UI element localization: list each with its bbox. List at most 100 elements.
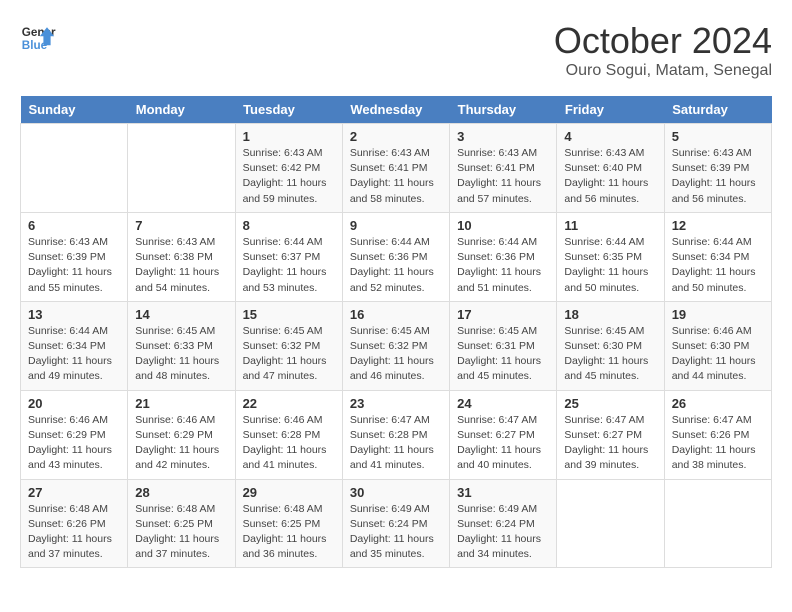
day-number: 17 <box>457 307 549 322</box>
day-number: 8 <box>243 218 335 233</box>
calendar-cell: 22 Sunrise: 6:46 AM Sunset: 6:28 PM Dayli… <box>235 390 342 479</box>
week-row-4: 20 Sunrise: 6:46 AM Sunset: 6:29 PM Dayli… <box>21 390 772 479</box>
day-number: 28 <box>135 485 227 500</box>
day-info: Sunrise: 6:44 AM Sunset: 6:34 PM Dayligh… <box>28 324 120 385</box>
day-number: 20 <box>28 396 120 411</box>
day-number: 6 <box>28 218 120 233</box>
calendar-cell: 14Sunrise: 6:45 AM Sunset: 6:33 PM Dayli… <box>128 301 235 390</box>
day-number: 2 <box>350 129 442 144</box>
week-row-5: 27Sunrise: 6:48 AM Sunset: 6:26 PM Dayli… <box>21 479 772 568</box>
day-number: 16 <box>350 307 442 322</box>
day-info: Sunrise: 6:46 AM Sunset: 6:29 PM Dayligh… <box>135 413 227 474</box>
calendar-cell: 8 Sunrise: 6:44 AM Sunset: 6:37 PM Daylig… <box>235 212 342 301</box>
day-number: 25 <box>564 396 656 411</box>
day-number: 9 <box>350 218 442 233</box>
calendar-cell <box>128 124 235 213</box>
calendar-cell: 2Sunrise: 6:43 AM Sunset: 6:41 PM Daylig… <box>342 124 449 213</box>
day-number: 21 <box>135 396 227 411</box>
page-header: General Blue October 2024 Ouro Sogui, Ma… <box>20 20 772 80</box>
day-info: Sunrise: 6:44 AM Sunset: 6:36 PM Dayligh… <box>457 235 549 296</box>
calendar-table: SundayMondayTuesdayWednesdayThursdayFrid… <box>20 96 772 568</box>
weekday-header-friday: Friday <box>557 96 664 124</box>
day-info: Sunrise: 6:46 AM Sunset: 6:29 PM Dayligh… <box>28 413 120 474</box>
day-number: 14 <box>135 307 227 322</box>
day-info: Sunrise: 6:48 AM Sunset: 6:26 PM Dayligh… <box>28 502 120 563</box>
day-number: 19 <box>672 307 764 322</box>
day-info: Sunrise: 6:44 AM Sunset: 6:35 PM Dayligh… <box>564 235 656 296</box>
calendar-cell <box>664 479 771 568</box>
day-info: Sunrise: 6:43 AM Sunset: 6:42 PM Dayligh… <box>243 146 335 207</box>
calendar-cell: 13 Sunrise: 6:44 AM Sunset: 6:34 PM Dayli… <box>21 301 128 390</box>
day-info: Sunrise: 6:44 AM Sunset: 6:37 PM Dayligh… <box>243 235 335 296</box>
week-row-2: 6 Sunrise: 6:43 AM Sunset: 6:39 PM Daylig… <box>21 212 772 301</box>
calendar-cell: 6 Sunrise: 6:43 AM Sunset: 6:39 PM Daylig… <box>21 212 128 301</box>
day-number: 5 <box>672 129 764 144</box>
day-number: 12 <box>672 218 764 233</box>
calendar-cell: 10 Sunrise: 6:44 AM Sunset: 6:36 PM Dayli… <box>450 212 557 301</box>
day-number: 1 <box>243 129 335 144</box>
day-number: 31 <box>457 485 549 500</box>
calendar-cell <box>21 124 128 213</box>
calendar-cell: 21 Sunrise: 6:46 AM Sunset: 6:29 PM Dayli… <box>128 390 235 479</box>
day-info: Sunrise: 6:45 AM Sunset: 6:32 PM Dayligh… <box>350 324 442 385</box>
day-info: Sunrise: 6:45 AM Sunset: 6:31 PM Dayligh… <box>457 324 549 385</box>
calendar-cell: 1 Sunrise: 6:43 AM Sunset: 6:42 PM Daylig… <box>235 124 342 213</box>
day-number: 13 <box>28 307 120 322</box>
day-info: Sunrise: 6:46 AM Sunset: 6:30 PM Dayligh… <box>672 324 764 385</box>
day-info: Sunrise: 6:47 AM Sunset: 6:26 PM Dayligh… <box>672 413 764 474</box>
day-info: Sunrise: 6:49 AM Sunset: 6:24 PM Dayligh… <box>457 502 549 563</box>
day-info: Sunrise: 6:47 AM Sunset: 6:27 PM Dayligh… <box>564 413 656 474</box>
week-row-1: 1 Sunrise: 6:43 AM Sunset: 6:42 PM Daylig… <box>21 124 772 213</box>
calendar-cell: 12 Sunrise: 6:44 AM Sunset: 6:34 PM Dayli… <box>664 212 771 301</box>
calendar-cell: 25 Sunrise: 6:47 AM Sunset: 6:27 PM Dayli… <box>557 390 664 479</box>
calendar-cell: 4 Sunrise: 6:43 AM Sunset: 6:40 PM Daylig… <box>557 124 664 213</box>
day-number: 23 <box>350 396 442 411</box>
logo: General Blue <box>20 20 56 56</box>
weekday-header-monday: Monday <box>128 96 235 124</box>
day-number: 15 <box>243 307 335 322</box>
day-number: 7 <box>135 218 227 233</box>
day-info: Sunrise: 6:43 AM Sunset: 6:38 PM Dayligh… <box>135 235 227 296</box>
day-info: Sunrise: 6:45 AM Sunset: 6:30 PM Dayligh… <box>564 324 656 385</box>
day-info: Sunrise: 6:43 AM Sunset: 6:41 PM Dayligh… <box>457 146 549 207</box>
calendar-cell: 20 Sunrise: 6:46 AM Sunset: 6:29 PM Dayli… <box>21 390 128 479</box>
day-number: 4 <box>564 129 656 144</box>
day-info: Sunrise: 6:43 AM Sunset: 6:39 PM Dayligh… <box>28 235 120 296</box>
calendar-cell: 18 Sunrise: 6:45 AM Sunset: 6:30 PM Dayli… <box>557 301 664 390</box>
calendar-cell: 11 Sunrise: 6:44 AM Sunset: 6:35 PM Dayli… <box>557 212 664 301</box>
weekday-header-sunday: Sunday <box>21 96 128 124</box>
location-subtitle: Ouro Sogui, Matam, Senegal <box>554 62 772 80</box>
day-info: Sunrise: 6:47 AM Sunset: 6:27 PM Dayligh… <box>457 413 549 474</box>
day-info: Sunrise: 6:46 AM Sunset: 6:28 PM Dayligh… <box>243 413 335 474</box>
day-number: 29 <box>243 485 335 500</box>
calendar-cell: 29 Sunrise: 6:48 AM Sunset: 6:25 PM Dayli… <box>235 479 342 568</box>
day-number: 10 <box>457 218 549 233</box>
calendar-cell: 5 Sunrise: 6:43 AM Sunset: 6:39 PM Daylig… <box>664 124 771 213</box>
calendar-cell: 31 Sunrise: 6:49 AM Sunset: 6:24 PM Dayli… <box>450 479 557 568</box>
day-number: 11 <box>564 218 656 233</box>
calendar-cell: 26Sunrise: 6:47 AM Sunset: 6:26 PM Dayli… <box>664 390 771 479</box>
calendar-cell: 28 Sunrise: 6:48 AM Sunset: 6:25 PM Dayli… <box>128 479 235 568</box>
title-block: October 2024 Ouro Sogui, Matam, Senegal <box>554 20 772 80</box>
day-info: Sunrise: 6:43 AM Sunset: 6:40 PM Dayligh… <box>564 146 656 207</box>
day-number: 18 <box>564 307 656 322</box>
weekday-header-thursday: Thursday <box>450 96 557 124</box>
day-info: Sunrise: 6:49 AM Sunset: 6:24 PM Dayligh… <box>350 502 442 563</box>
day-info: Sunrise: 6:44 AM Sunset: 6:34 PM Dayligh… <box>672 235 764 296</box>
day-number: 3 <box>457 129 549 144</box>
day-number: 22 <box>243 396 335 411</box>
calendar-cell: 17 Sunrise: 6:45 AM Sunset: 6:31 PM Dayli… <box>450 301 557 390</box>
week-row-3: 13 Sunrise: 6:44 AM Sunset: 6:34 PM Dayli… <box>21 301 772 390</box>
day-info: Sunrise: 6:44 AM Sunset: 6:36 PM Dayligh… <box>350 235 442 296</box>
calendar-cell: 27Sunrise: 6:48 AM Sunset: 6:26 PM Dayli… <box>21 479 128 568</box>
day-number: 24 <box>457 396 549 411</box>
day-info: Sunrise: 6:48 AM Sunset: 6:25 PM Dayligh… <box>135 502 227 563</box>
weekday-header-wednesday: Wednesday <box>342 96 449 124</box>
logo-icon: General Blue <box>20 20 56 56</box>
calendar-cell: 19 Sunrise: 6:46 AM Sunset: 6:30 PM Dayli… <box>664 301 771 390</box>
day-number: 30 <box>350 485 442 500</box>
day-info: Sunrise: 6:48 AM Sunset: 6:25 PM Dayligh… <box>243 502 335 563</box>
weekday-header-tuesday: Tuesday <box>235 96 342 124</box>
calendar-cell: 30 Sunrise: 6:49 AM Sunset: 6:24 PM Dayli… <box>342 479 449 568</box>
day-info: Sunrise: 6:43 AM Sunset: 6:39 PM Dayligh… <box>672 146 764 207</box>
